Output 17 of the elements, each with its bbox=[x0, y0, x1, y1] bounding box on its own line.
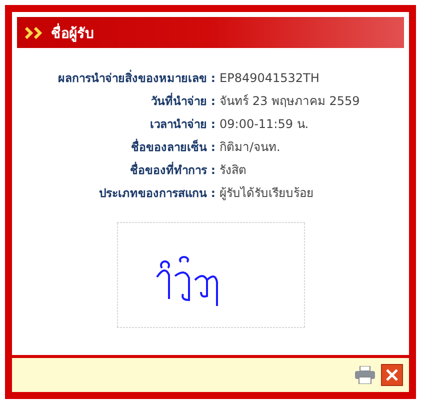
field-value: EP849041532TH bbox=[220, 70, 320, 87]
print-button[interactable] bbox=[355, 366, 375, 384]
field-value: 09:00-11:59 น. bbox=[220, 116, 310, 133]
field-label: วันที่นำจ่าย : bbox=[150, 93, 216, 110]
field-value: ผู้รับได้รับเรียบร้อย bbox=[220, 185, 314, 202]
printer-icon bbox=[355, 366, 375, 384]
field-label: ประเภทของการสแกน : bbox=[98, 185, 216, 202]
field-value: จันทร์ 23 พฤษภาคม 2559 bbox=[220, 93, 361, 110]
header-title: ชื่อผู้รับ bbox=[51, 22, 94, 44]
close-icon bbox=[386, 369, 398, 381]
field-value: รังสิต bbox=[220, 162, 248, 179]
close-button[interactable] bbox=[381, 364, 403, 386]
field-label: ผลการนำจ่ายสิ่งของหมายเลข : bbox=[56, 70, 216, 87]
field-label: ชื่อของลายเซ็น : bbox=[130, 139, 216, 156]
field-label: ชื่อของที่ทำการ : bbox=[128, 162, 216, 179]
field-label: เวลานำจ่าย : bbox=[148, 116, 216, 133]
field-value: กิติมา/จนท. bbox=[220, 139, 282, 156]
